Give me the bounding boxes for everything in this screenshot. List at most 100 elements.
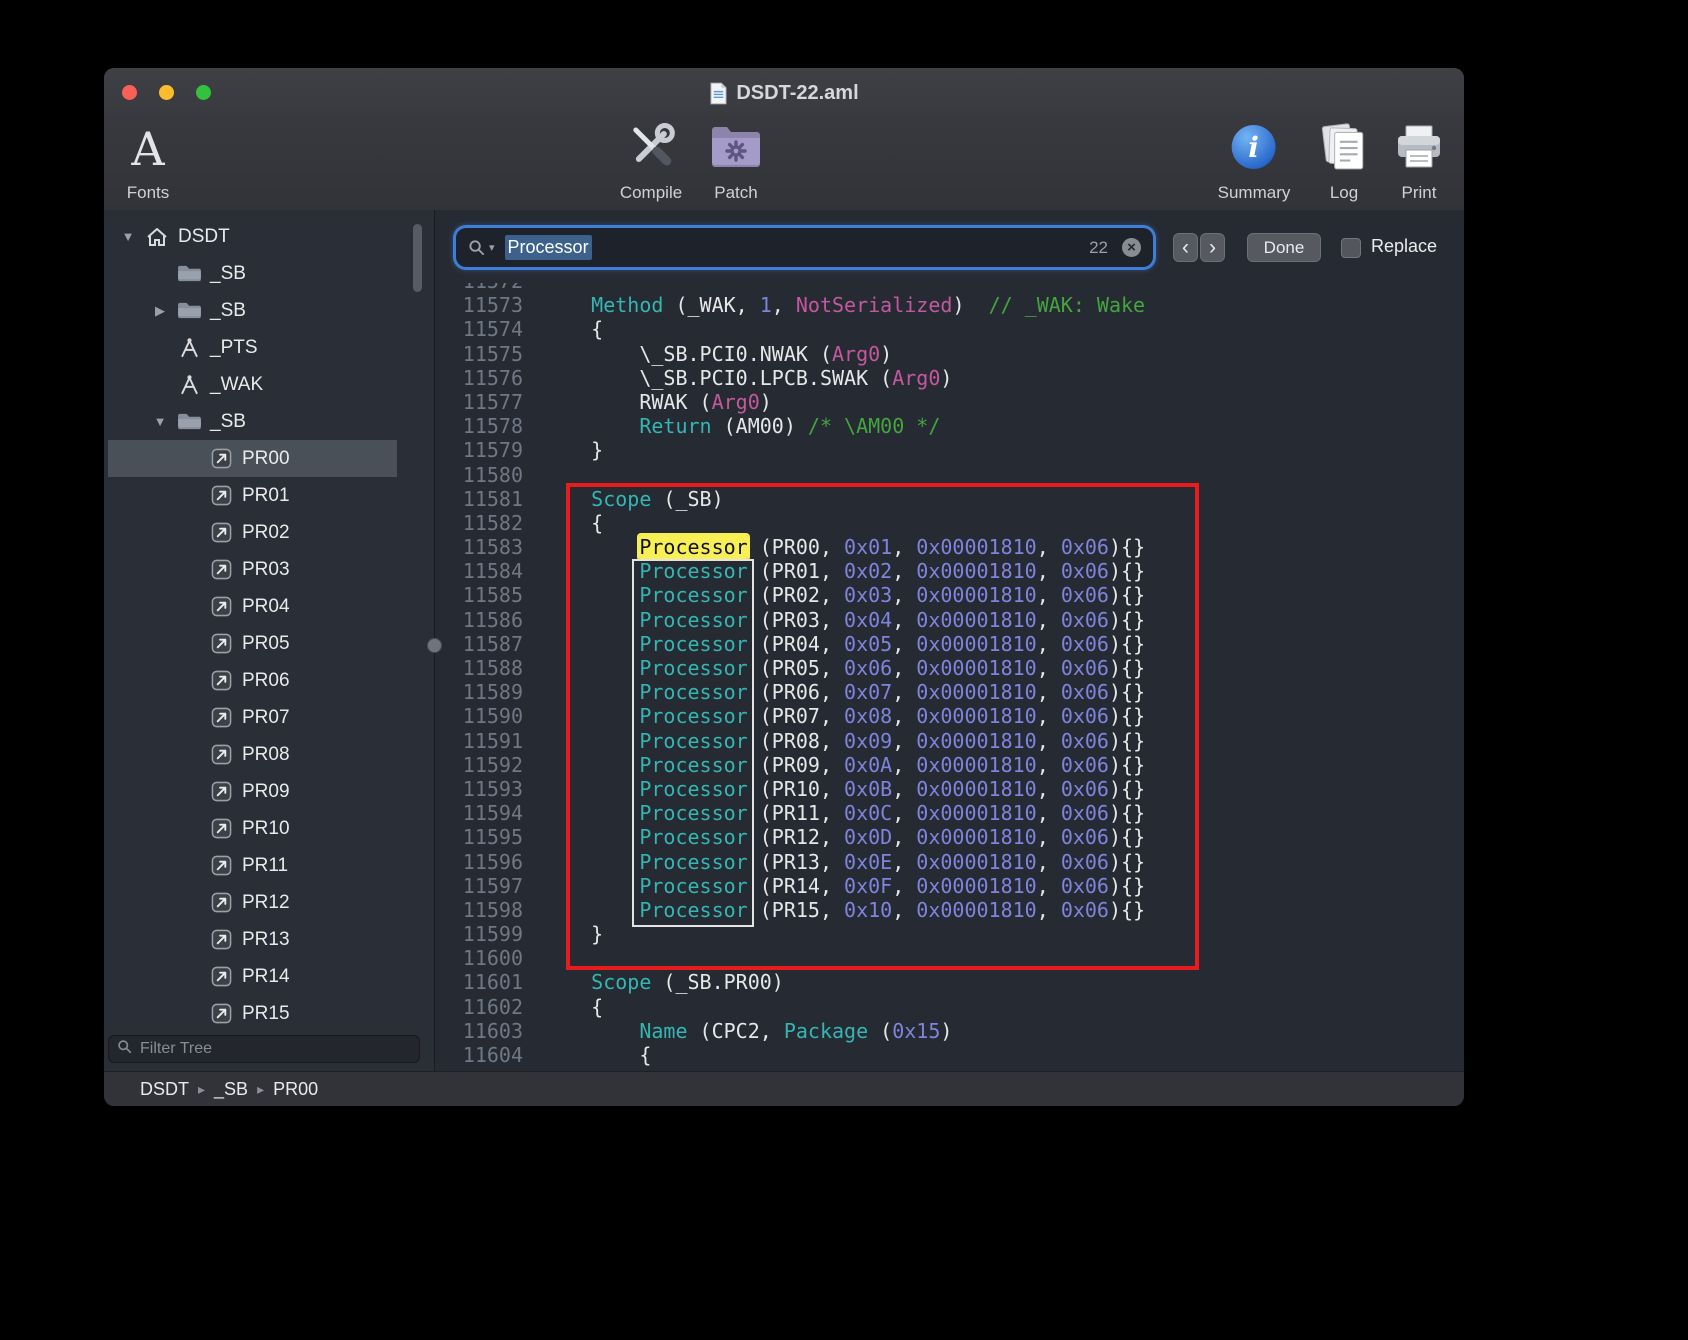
tree-item-label: PR07 [242,707,290,729]
done-button[interactable]: Done [1247,233,1321,262]
tree-item-pr14[interactable]: PR14 [108,958,397,995]
sidebar-tree: ▼DSDT _SB ▶_SB _PTS _WAK▼_SBPR00PR01 PR02 PR03… [104,210,434,1032]
splitter-handle[interactable] [427,638,442,653]
tree-item-label: PR11 [242,855,288,877]
tree-item-pr09[interactable]: PR09 [108,773,397,810]
tree-item-label: PR15 [242,1003,290,1025]
line-number: 11582 [435,511,523,535]
tree-item-_sb[interactable]: _SB [108,255,397,292]
tree-item-pr02[interactable]: PR02 [108,514,397,551]
line-number: 11599 [435,922,523,946]
filter-field[interactable] [108,1035,420,1063]
tree-item-_sb[interactable]: ▶_SB [108,292,397,329]
tree-item-pr00[interactable]: PR00 [108,440,397,477]
tree-item-_pts[interactable]: _PTS [108,329,397,366]
tree-item-pr10[interactable]: PR10 [108,810,397,847]
tree-item-_sb[interactable]: ▼_SB [108,403,397,440]
tree-item-pr12[interactable]: PR12 [108,884,397,921]
tree-item-_wak[interactable]: _WAK [108,366,397,403]
toolbar: A Fonts Compile [104,118,1464,211]
match-count: 22 [1089,238,1108,258]
folder-icon [174,412,204,431]
search-input[interactable]: ▾ Processor 22 × [456,228,1153,267]
document-icon [709,82,728,105]
scope-icon [206,781,236,802]
code-line: 11582 { [435,511,1464,535]
code-line: 11599 } [435,922,1464,946]
compile-button[interactable]: Compile [620,118,682,203]
disclosure-open-icon[interactable]: ▼ [146,414,174,429]
scope-icon [206,892,236,913]
code-text: Processor (PR10, 0x0B, 0x00001810, 0x06)… [543,777,1145,801]
replace-checkbox[interactable] [1341,238,1361,258]
filter-input[interactable] [138,1039,411,1059]
code-line: 11601 Scope (_SB.PR00) [435,970,1464,994]
tree-item-pr04[interactable]: PR04 [108,588,397,625]
tree-item-pr07[interactable]: PR07 [108,699,397,736]
code-line: 11604 { [435,1043,1464,1067]
line-number: 11578 [435,414,523,438]
tree-item-dsdt[interactable]: ▼DSDT [108,218,397,255]
line-number: 11584 [435,559,523,583]
breadcrumb-item[interactable]: PR00 [273,1079,318,1100]
folder-icon [174,264,204,283]
tree-item-label: PR04 [242,596,290,618]
breadcrumb-item[interactable]: _SB [214,1079,248,1100]
search-icon[interactable] [468,239,485,256]
sidebar-scrollbar-thumb[interactable] [413,224,422,292]
log-button[interactable]: Log [1319,118,1369,203]
find-next-button[interactable]: › [1200,233,1225,262]
line-number: 11585 [435,583,523,607]
line-number: 11583 [435,535,523,559]
search-menu-chevron-icon[interactable]: ▾ [489,241,495,254]
print-button[interactable]: Print [1394,118,1444,203]
fonts-button[interactable]: A Fonts [127,118,170,203]
code-line: 11580 [435,463,1464,487]
disclosure-closed-icon[interactable]: ▶ [146,303,174,319]
line-number: 11592 [435,753,523,777]
breadcrumb: DSDT▸_SB▸PR00 [140,1079,318,1100]
code-text: Processor (PR05, 0x06, 0x00001810, 0x06)… [543,656,1145,680]
code-line: 11573 Method (_WAK, 1, NotSerialized) //… [435,293,1464,317]
close-button[interactable] [122,85,137,100]
minimize-button[interactable] [159,85,174,100]
tree-item-label: _SB [210,263,246,285]
line-number: 11601 [435,970,523,994]
summary-button[interactable]: i Summary [1218,118,1291,203]
scope-icon [206,448,236,469]
line-number: 11588 [435,656,523,680]
tree-item-label: PR08 [242,744,290,766]
code-line: 11588 Processor (PR05, 0x06, 0x00001810,… [435,656,1464,680]
tree-item-pr05[interactable]: PR05 [108,625,397,662]
tree-item-label: PR05 [242,633,290,655]
tree-item-pr08[interactable]: PR08 [108,736,397,773]
tree-item-pr11[interactable]: PR11 [108,847,397,884]
tree-item-label: PR12 [242,892,290,914]
tree-item-pr06[interactable]: PR06 [108,662,397,699]
code-line: 11575 \_SB.PCI0.NWAK (Arg0) [435,342,1464,366]
code-area[interactable]: 1157211573 Method (_WAK, 1, NotSerialize… [435,210,1464,1072]
fonts-label: Fonts [127,183,170,203]
breadcrumb-item[interactable]: DSDT [140,1079,189,1100]
code-text: Processor (PR04, 0x05, 0x00001810, 0x06)… [543,632,1145,656]
replace-label: Replace [1371,236,1437,257]
desktop: { "titlebar": { "title": "DSDT-22.aml" }… [0,0,1688,1340]
tree-item-pr13[interactable]: PR13 [108,921,397,958]
tree-item-pr15[interactable]: PR15 [108,995,397,1032]
scope-icon [206,707,236,728]
zoom-button[interactable] [196,85,211,100]
code-line: 11596 Processor (PR13, 0x0E, 0x00001810,… [435,850,1464,874]
tree-item-label: _PTS [210,337,258,359]
tree-item-label: PR02 [242,522,290,544]
line-number: 11591 [435,729,523,753]
tree-item-pr03[interactable]: PR03 [108,551,397,588]
find-previous-button[interactable]: ‹ [1173,233,1198,262]
find-nav-control: ‹ › [1173,233,1225,262]
patch-button[interactable]: Patch [709,118,763,203]
code-line: 11603 Name (CPC2, Package (0x15) [435,1019,1464,1043]
tree-item-pr01[interactable]: PR01 [108,477,397,514]
disclosure-open-icon[interactable]: ▼ [114,229,142,244]
line-number: 11604 [435,1043,523,1067]
clear-search-button[interactable]: × [1122,238,1141,257]
code-text: \_SB.PCI0.NWAK (Arg0) [543,342,892,366]
